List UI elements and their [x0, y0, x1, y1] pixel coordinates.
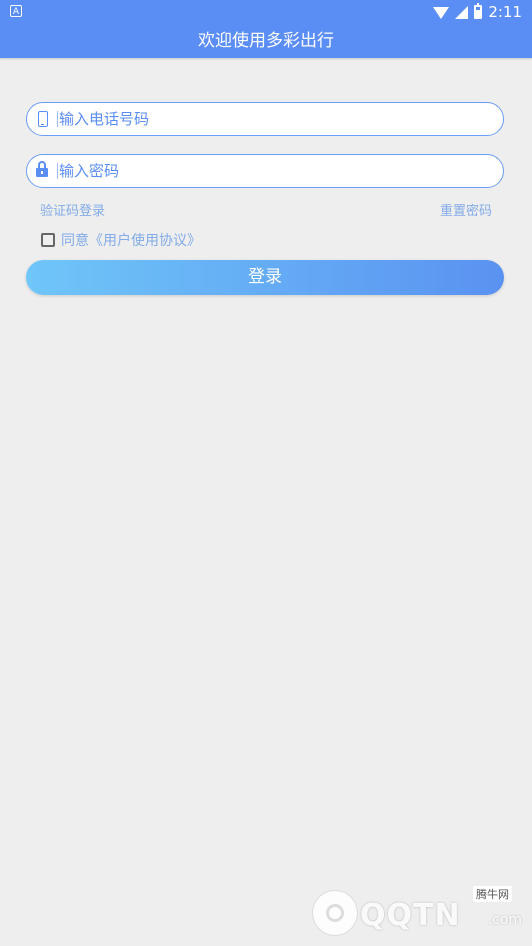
sms-login-link[interactable]: 验证码登录 [40, 204, 105, 220]
lock-icon [36, 161, 50, 181]
wifi-icon [433, 7, 450, 19]
watermark-brand: QQTN [360, 898, 461, 933]
battery-icon [474, 3, 483, 19]
status-time: 2:11 [488, 3, 522, 21]
password-input[interactable] [59, 157, 489, 185]
password-input-container[interactable] [26, 154, 504, 188]
watermark-badge: 腾牛网 [473, 886, 512, 902]
signal-icon [455, 5, 469, 19]
agree-checkbox[interactable] [41, 233, 55, 247]
page-title: 欢迎使用多彩出行 [198, 31, 334, 51]
watermark-logo-icon [312, 890, 358, 936]
app-bar: 欢迎使用多彩出行 [0, 24, 532, 58]
agreement-row[interactable]: 同意《用户使用协议》 [41, 231, 201, 249]
watermark: QQTN .com 腾牛网 [312, 886, 522, 938]
notification-app-icon: A [10, 5, 22, 17]
status-icons: 2:11 [433, 2, 522, 22]
agreement-link[interactable]: 同意《用户使用协议》 [61, 230, 201, 250]
reset-password-link[interactable]: 重置密码 [440, 204, 492, 220]
status-bar: A 2:11 [0, 0, 532, 24]
input-cursor-divider [57, 111, 58, 127]
watermark-domain: .com [487, 912, 522, 928]
phone-input-container[interactable] [26, 102, 504, 136]
login-button[interactable]: 登录 [26, 260, 504, 295]
phone-input[interactable] [59, 105, 489, 133]
phone-icon [38, 111, 48, 127]
input-divider [57, 163, 58, 179]
